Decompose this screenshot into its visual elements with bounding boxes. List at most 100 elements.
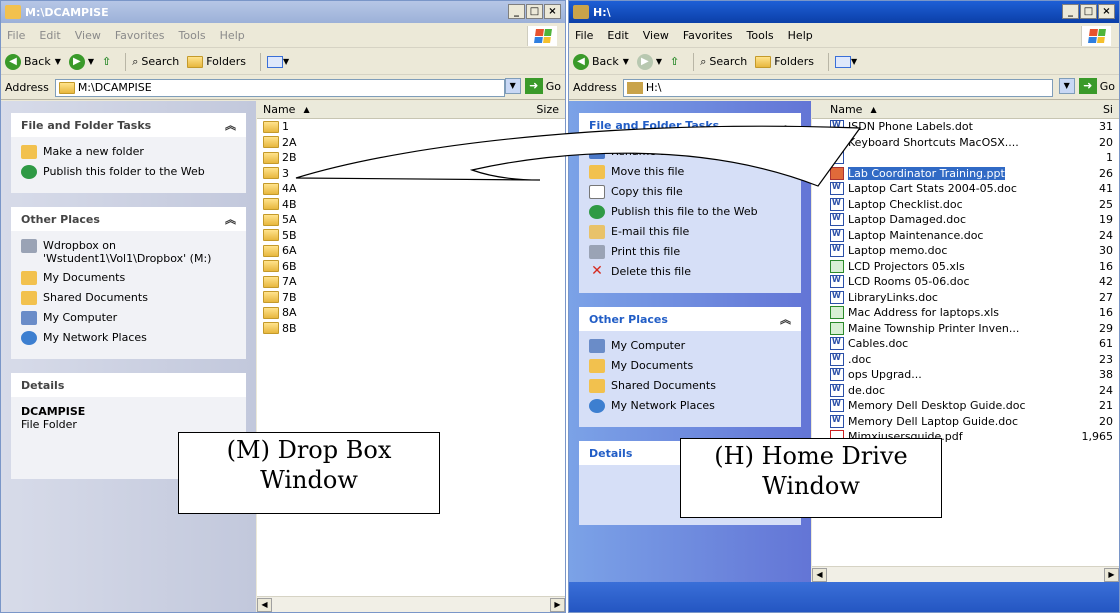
search-button[interactable]: ⌕ Search	[700, 55, 747, 69]
place-my-documents[interactable]: My Documents	[589, 359, 791, 373]
file-row[interactable]: LCD Projectors 05.xls 16	[824, 259, 1119, 275]
file-row[interactable]: Laptop Damaged.doc 19	[824, 212, 1119, 228]
menu-tools[interactable]: Tools	[179, 29, 206, 42]
menu-help[interactable]: Help	[788, 29, 813, 42]
folder-row[interactable]: 5A	[257, 212, 565, 228]
folder-row[interactable]: 7A	[257, 274, 565, 290]
file-row[interactable]: LibraryLinks.doc 27	[824, 290, 1119, 306]
dropdown-icon[interactable]: ▼	[504, 78, 521, 94]
views-button[interactable]: ▼	[834, 55, 857, 68]
panel-header[interactable]: Other Places ︽	[579, 307, 801, 331]
up-folder-button[interactable]: ⇧	[670, 55, 679, 68]
file-row[interactable]: Lab Coordinator Training.ppt 26	[824, 166, 1119, 182]
views-button[interactable]: ▼	[266, 55, 289, 68]
column-name[interactable]: Name	[263, 103, 295, 116]
go-button[interactable]: ▼ ➜ Go	[504, 78, 561, 94]
title-bar[interactable]: H:\ _ □ ×	[569, 1, 1119, 23]
file-row[interactable]: ops Upgrad... 38	[824, 367, 1119, 383]
task-rename[interactable]: Rename this file	[589, 145, 791, 159]
scroll-left-icon[interactable]: ◀	[257, 598, 272, 612]
back-button[interactable]: ◀ Back ▼	[5, 53, 61, 70]
menu-edit[interactable]: Edit	[607, 29, 628, 42]
collapse-icon[interactable]: ︽	[780, 311, 791, 327]
file-row[interactable]: Laptop memo.doc 30	[824, 243, 1119, 259]
menu-edit[interactable]: Edit	[39, 29, 60, 42]
column-size[interactable]: Size	[536, 103, 559, 116]
collapse-icon[interactable]: ︽	[780, 117, 791, 133]
search-button[interactable]: ⌕ Search	[132, 55, 179, 69]
folder-row[interactable]: 7B	[257, 290, 565, 306]
panel-header[interactable]: Other Places ︽	[11, 207, 246, 231]
minimize-button[interactable]: _	[508, 4, 525, 19]
menu-file[interactable]: File	[7, 29, 25, 42]
minimize-button[interactable]: _	[1062, 4, 1079, 19]
close-button[interactable]: ×	[1098, 4, 1115, 19]
menu-file[interactable]: File	[575, 29, 593, 42]
column-name[interactable]: Name	[830, 103, 862, 116]
place-shared-documents[interactable]: Shared Documents	[589, 379, 791, 393]
menu-tools[interactable]: Tools	[747, 29, 774, 42]
task-copy[interactable]: Copy this file	[589, 185, 791, 199]
address-input[interactable]: M:\DCAMPISE	[54, 78, 505, 97]
folder-row[interactable]: 8B	[257, 321, 565, 337]
folder-row[interactable]: 6B	[257, 259, 565, 275]
maximize-button[interactable]: □	[1080, 4, 1097, 19]
folder-row[interactable]: 4B	[257, 197, 565, 213]
menu-view[interactable]: View	[75, 29, 101, 42]
file-row[interactable]: Laptop Checklist.doc 25	[824, 197, 1119, 213]
scroll-right-icon[interactable]: ▶	[1104, 568, 1119, 582]
panel-header[interactable]: Details	[11, 373, 246, 397]
back-button[interactable]: ◀ Back ▼	[573, 53, 629, 70]
file-row[interactable]: 1	[824, 150, 1119, 166]
folder-row[interactable]: 3	[257, 166, 565, 182]
file-row[interactable]: Mac Address for laptops.xls 16	[824, 305, 1119, 321]
horizontal-scrollbar[interactable]: ◀ ▶	[812, 566, 1119, 582]
folders-button[interactable]: Folders	[755, 55, 814, 68]
task-print[interactable]: Print this file	[589, 245, 791, 259]
folders-button[interactable]: Folders	[187, 55, 246, 68]
scroll-right-icon[interactable]: ▶	[550, 598, 565, 612]
folder-row[interactable]: 8A	[257, 305, 565, 321]
task-new-folder[interactable]: Make a new folder	[21, 145, 236, 159]
up-folder-button[interactable]: ⇧	[102, 55, 111, 68]
panel-header[interactable]: File and Folder Tasks ︽	[579, 113, 801, 137]
file-row[interactable]: ISDN Phone Labels.dot 31	[824, 119, 1119, 135]
place-network[interactable]: My Network Places	[589, 399, 791, 413]
task-publish-folder[interactable]: Publish this folder to the Web	[21, 165, 236, 179]
go-button[interactable]: ▼ ➜ Go	[1058, 78, 1115, 94]
place-network[interactable]: My Network Places	[21, 331, 236, 345]
collapse-icon[interactable]: ︽	[225, 211, 236, 227]
task-publish[interactable]: Publish this file to the Web	[589, 205, 791, 219]
horizontal-scrollbar[interactable]: ◀ ▶	[257, 596, 565, 612]
menu-help[interactable]: Help	[220, 29, 245, 42]
place-shared-documents[interactable]: Shared Documents	[21, 291, 236, 305]
folder-row[interactable]: 2B	[257, 150, 565, 166]
scroll-left-icon[interactable]: ◀	[812, 568, 827, 582]
column-size[interactable]: Si	[1103, 103, 1113, 116]
task-move[interactable]: Move this file	[589, 165, 791, 179]
maximize-button[interactable]: □	[526, 4, 543, 19]
folder-row[interactable]: 6A	[257, 243, 565, 259]
forward-button[interactable]: ▶ ▼	[68, 53, 94, 70]
place-my-computer[interactable]: My Computer	[589, 339, 791, 353]
file-row[interactable]: de.doc 24	[824, 383, 1119, 399]
close-button[interactable]: ×	[544, 4, 561, 19]
place-my-computer[interactable]: My Computer	[21, 311, 236, 325]
file-row[interactable]: Memory Dell Laptop Guide.doc 20	[824, 414, 1119, 430]
address-input[interactable]: H:\	[622, 78, 1053, 97]
menu-favorites[interactable]: Favorites	[683, 29, 733, 42]
menu-favorites[interactable]: Favorites	[115, 29, 165, 42]
folder-row[interactable]: 2A	[257, 135, 565, 151]
panel-header[interactable]: File and Folder Tasks ︽	[11, 113, 246, 137]
task-delete[interactable]: ✕ Delete this file	[589, 264, 791, 279]
file-row[interactable]: .doc 23	[824, 352, 1119, 368]
file-row[interactable]: Keyboard Shortcuts MacOSX.... 20	[824, 135, 1119, 151]
dropdown-icon[interactable]: ▼	[1058, 78, 1075, 94]
file-row[interactable]: Cables.doc 61	[824, 336, 1119, 352]
place-my-documents[interactable]: My Documents	[21, 271, 236, 285]
file-row[interactable]: Maine Township Printer Inven... 29	[824, 321, 1119, 337]
file-row[interactable]: LCD Rooms 05-06.doc 42	[824, 274, 1119, 290]
file-row[interactable]: Laptop Maintenance.doc 24	[824, 228, 1119, 244]
file-row[interactable]: Memory Dell Desktop Guide.doc 21	[824, 398, 1119, 414]
place-dropbox[interactable]: Wdropbox on 'Wstudent1\Vol1\Dropbox' (M:…	[21, 239, 236, 265]
